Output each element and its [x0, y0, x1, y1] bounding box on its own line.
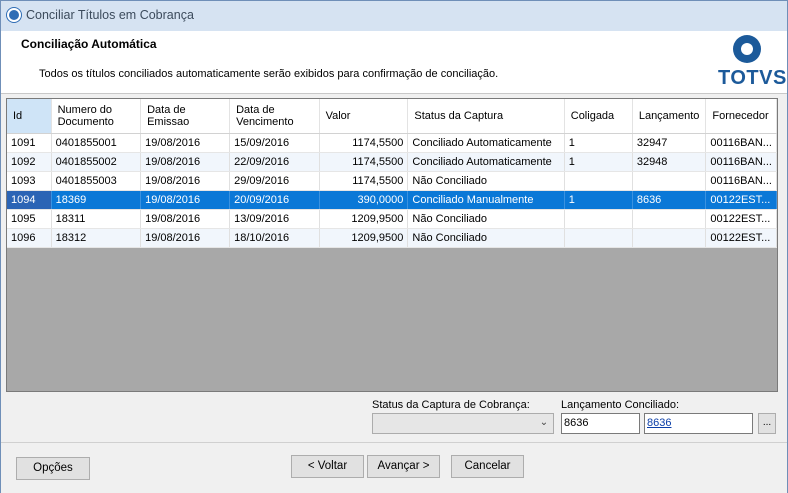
column-header-status[interactable]: Status da Captura — [407, 99, 565, 134]
cell-status: Não Conciliado — [407, 228, 565, 248]
cell-valor: 390,0000 — [319, 190, 409, 210]
cell-fornecedor: 00116BAN... — [705, 152, 777, 172]
cell-lancamento: 32947 — [632, 133, 707, 153]
cell-coligada — [564, 209, 633, 229]
status-captura-select[interactable]: ⌄ — [372, 413, 554, 434]
cell-vencimento: 29/09/2016 — [229, 171, 320, 191]
column-header-coligada[interactable]: Coligada — [564, 99, 633, 134]
cell-emissao: 19/08/2016 — [140, 133, 231, 153]
dialog-window: Conciliar Títulos em Cobrança Conciliaçã… — [0, 0, 788, 493]
column-header-documento[interactable]: Numero do Documento — [51, 99, 142, 134]
window-title: Conciliar Títulos em Cobrança — [26, 8, 194, 22]
logo-mark-icon — [733, 35, 761, 63]
app-icon — [7, 8, 21, 22]
cell-status: Não Conciliado — [407, 171, 565, 191]
cell-fornecedor: 00122EST... — [705, 228, 777, 248]
titles-table: Id Numero do Documento Data de Emissao D… — [7, 99, 777, 248]
cancel-button[interactable]: Cancelar — [451, 455, 524, 478]
next-button[interactable]: Avançar > — [367, 455, 440, 478]
titles-grid[interactable]: Id Numero do Documento Data de Emissao D… — [6, 98, 778, 392]
cell-id: 1096 — [7, 228, 52, 248]
cell-documento: 18312 — [51, 228, 142, 248]
logo-text: TOTVS — [718, 67, 787, 89]
cell-valor: 1209,9500 — [319, 209, 409, 229]
cell-valor: 1209,9500 — [319, 228, 409, 248]
cell-status: Conciliado Manualmente — [407, 190, 565, 210]
cell-id: 1094 — [7, 190, 52, 210]
lancamento-code-input[interactable]: 8636 — [561, 413, 640, 434]
cell-fornecedor: 00116BAN... — [705, 171, 777, 191]
cell-emissao: 19/08/2016 — [140, 171, 231, 191]
column-header-id[interactable]: Id — [7, 99, 52, 134]
cell-emissao: 19/08/2016 — [140, 228, 231, 248]
cell-valor: 1174,5500 — [319, 152, 409, 172]
column-header-vencimento[interactable]: Data de Vencimento — [229, 99, 320, 134]
page-title: Conciliação Automática — [21, 37, 157, 51]
cell-emissao: 19/08/2016 — [140, 152, 231, 172]
cell-lancamento: 32948 — [632, 152, 707, 172]
cell-coligada — [564, 228, 633, 248]
cell-documento: 0401855003 — [51, 171, 142, 191]
cell-status: Conciliado Automaticamente — [407, 133, 565, 153]
cell-lancamento — [632, 228, 707, 248]
cell-documento: 18369 — [51, 190, 142, 210]
cell-vencimento: 20/09/2016 — [229, 190, 320, 210]
cell-coligada: 1 — [564, 152, 633, 172]
cell-status: Conciliado Automaticamente — [407, 152, 565, 172]
options-button[interactable]: Opções — [16, 457, 90, 480]
lancamento-link-field[interactable]: 8636 — [644, 413, 753, 434]
lookup-button[interactable]: ... — [758, 413, 776, 434]
cell-valor: 1174,5500 — [319, 171, 409, 191]
cell-coligada — [564, 171, 633, 191]
cell-id: 1092 — [7, 152, 52, 172]
grid-header-row: Id Numero do Documento Data de Emissao D… — [7, 99, 777, 134]
cell-lancamento — [632, 171, 707, 191]
cell-vencimento: 18/10/2016 — [229, 228, 320, 248]
cell-coligada: 1 — [564, 190, 633, 210]
cell-vencimento: 22/09/2016 — [229, 152, 320, 172]
cell-fornecedor: 00122EST... — [705, 209, 777, 229]
cell-documento: 18311 — [51, 209, 142, 229]
back-button[interactable]: < Voltar — [291, 455, 364, 478]
cell-lancamento — [632, 209, 707, 229]
cell-fornecedor: 00116BAN... — [705, 133, 777, 153]
table-row-selected[interactable]: 1094 18369 19/08/2016 20/09/2016 390,000… — [7, 190, 777, 210]
cell-vencimento: 15/09/2016 — [229, 133, 320, 153]
cell-id: 1091 — [7, 133, 52, 153]
cell-fornecedor: 00122EST... — [705, 190, 777, 210]
table-row[interactable]: 1093 0401855003 19/08/2016 29/09/2016 11… — [7, 171, 777, 191]
cell-coligada: 1 — [564, 133, 633, 153]
title-bar[interactable]: Conciliar Títulos em Cobrança — [1, 1, 787, 31]
cell-emissao: 19/08/2016 — [140, 209, 231, 229]
cell-vencimento: 13/09/2016 — [229, 209, 320, 229]
table-row[interactable]: 1092 0401855002 19/08/2016 22/09/2016 11… — [7, 152, 777, 172]
totvs-logo: TOTVS — [715, 35, 786, 91]
wizard-header: Conciliação Automática Todos os títulos … — [1, 31, 787, 94]
lancamento-conciliado-label: Lançamento Conciliado: — [561, 399, 680, 411]
cell-id: 1093 — [7, 171, 52, 191]
table-row[interactable]: 1095 18311 19/08/2016 13/09/2016 1209,95… — [7, 209, 777, 229]
footer-bar: Opções < Voltar Avançar > Cancelar — [1, 442, 787, 493]
column-header-lancamento[interactable]: Lançamento — [632, 99, 707, 134]
status-captura-label: Status da Captura de Cobrança: — [372, 399, 530, 411]
cell-documento: 0401855002 — [51, 152, 142, 172]
cell-status: Não Conciliado — [407, 209, 565, 229]
cell-lancamento: 8636 — [632, 190, 707, 210]
cell-emissao: 19/08/2016 — [140, 190, 231, 210]
cell-id: 1095 — [7, 209, 52, 229]
cell-valor: 1174,5500 — [319, 133, 409, 153]
cell-documento: 0401855001 — [51, 133, 142, 153]
chevron-down-icon[interactable]: ⌄ — [538, 417, 550, 429]
column-header-fornecedor[interactable]: Fornecedor — [705, 99, 777, 134]
column-header-emissao[interactable]: Data de Emissao — [140, 99, 231, 134]
column-header-valor[interactable]: Valor — [319, 99, 409, 134]
table-row[interactable]: 1091 0401855001 19/08/2016 15/09/2016 11… — [7, 133, 777, 153]
table-row[interactable]: 1096 18312 19/08/2016 18/10/2016 1209,95… — [7, 228, 777, 248]
page-description: Todos os títulos conciliados automaticam… — [39, 68, 499, 80]
lancamento-link[interactable]: 8636 — [647, 417, 671, 429]
